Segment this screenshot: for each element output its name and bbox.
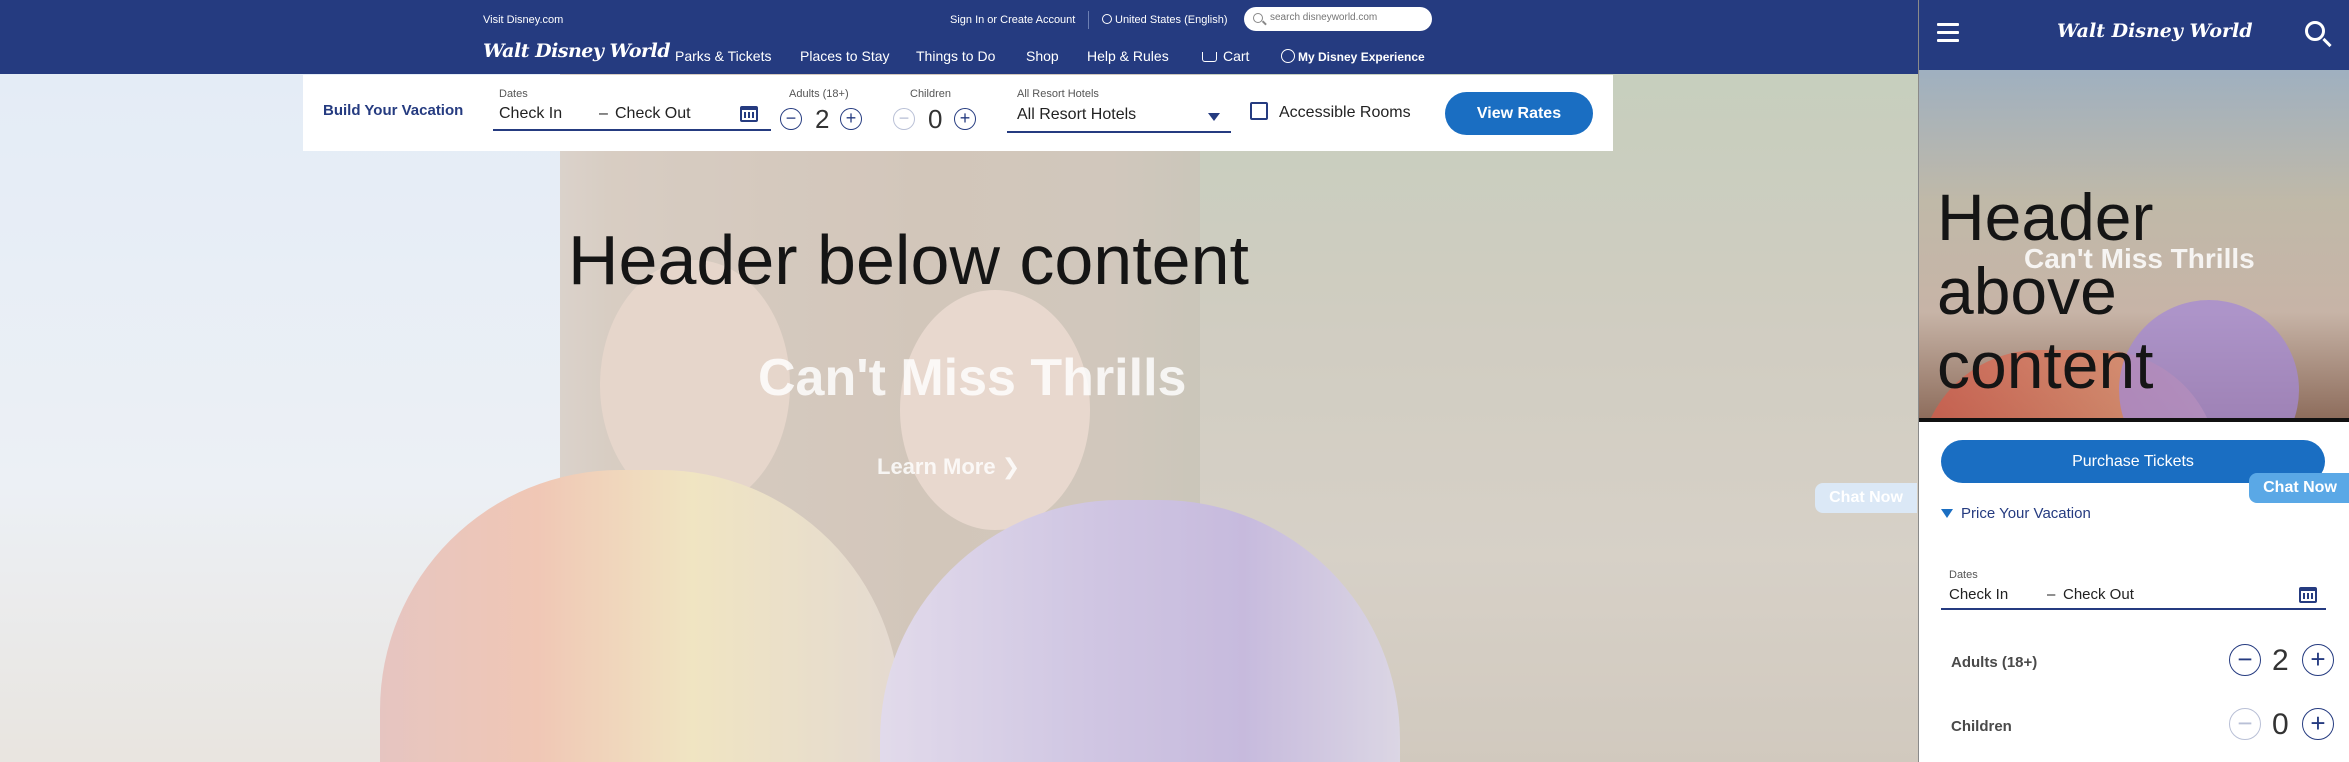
price-your-vacation-toggle[interactable]: Price Your Vacation <box>1961 505 2091 522</box>
date-separator: – <box>599 105 608 122</box>
cart-label: Cart <box>1223 48 1250 64</box>
search-icon[interactable] <box>2305 21 2325 41</box>
children-increment-button[interactable]: + <box>2302 708 2334 740</box>
dates-underline <box>1941 608 2326 610</box>
region-label: United States (English) <box>1115 14 1228 26</box>
header-below-content-heading: Header below content <box>568 221 1249 299</box>
hamburger-menu-icon[interactable] <box>1937 23 1959 43</box>
globe-icon <box>1102 14 1112 24</box>
wdw-logo[interactable]: Walt Disney World <box>483 40 671 62</box>
chat-now-button[interactable]: Chat Now <box>2249 473 2349 503</box>
nav-parks-tickets[interactable]: Parks & Tickets <box>675 48 771 64</box>
search-icon <box>1253 13 1263 23</box>
mobile-booking-panel: Purchase Tickets Price Your Vacation Dat… <box>1919 418 2349 762</box>
desktop-view: Visit Disney.com Sign In or Create Accou… <box>0 0 1918 762</box>
region-selector[interactable]: United States (English) <box>1102 14 1228 26</box>
children-decrement-button[interactable]: − <box>893 108 915 130</box>
adults-label: Adults (18+) <box>1951 654 2038 671</box>
mobile-view: Walt Disney World Can't Miss Thrills Hea… <box>1918 0 2349 762</box>
site-search[interactable] <box>1244 7 1432 31</box>
adults-label: Adults (18+) <box>789 88 849 100</box>
adults-count: 2 <box>2272 644 2289 677</box>
learn-more-label: Learn More <box>877 454 996 479</box>
calendar-icon[interactable] <box>740 106 758 122</box>
nav-things-to-do[interactable]: Things to Do <box>916 48 995 64</box>
dates-underline <box>493 129 771 131</box>
booking-title: Build Your Vacation <box>323 102 464 119</box>
caret-down-icon[interactable] <box>1941 509 1953 518</box>
sign-in-link[interactable]: Sign In or Create Account <box>950 14 1075 26</box>
dates-label: Dates <box>499 88 528 100</box>
children-label: Children <box>1951 718 2012 735</box>
hero-overlay <box>0 74 1918 762</box>
header-above-content-heading: Header above content <box>1937 180 2154 402</box>
cart-icon <box>1202 52 1217 62</box>
check-out-field[interactable]: Check Out <box>2063 586 2134 603</box>
nav-cart[interactable]: Cart <box>1202 48 1249 64</box>
chevron-right-icon: ❯ <box>1001 454 1021 479</box>
children-decrement-button[interactable]: − <box>2229 708 2261 740</box>
mobile-header: Walt Disney World <box>1919 0 2349 70</box>
header-divider <box>1088 11 1089 29</box>
adults-count: 2 <box>815 104 830 134</box>
wdw-logo[interactable]: Walt Disney World <box>2057 20 2253 42</box>
hero-title: Can't Miss Thrills <box>758 349 1187 407</box>
children-label: Children <box>910 88 951 100</box>
check-in-field[interactable]: Check In <box>499 105 562 123</box>
adults-increment-button[interactable]: + <box>840 108 862 130</box>
learn-more-link[interactable]: Learn More ❯ <box>877 454 1020 480</box>
mde-label: My Disney Experience <box>1298 50 1425 64</box>
booking-bar: Build Your Vacation Dates Check In – Che… <box>303 75 1613 151</box>
children-increment-button[interactable]: + <box>954 108 976 130</box>
nav-places-to-stay[interactable]: Places to Stay <box>800 48 890 64</box>
search-input[interactable] <box>1270 12 1420 23</box>
children-count: 0 <box>928 104 943 134</box>
chat-now-button[interactable]: Chat Now <box>1815 483 1917 513</box>
calendar-icon[interactable] <box>2299 587 2317 603</box>
global-header: Visit Disney.com Sign In or Create Accou… <box>0 0 1918 74</box>
nav-help-rules[interactable]: Help & Rules <box>1087 48 1169 64</box>
hotels-label: All Resort Hotels <box>1017 88 1099 100</box>
mickey-icon <box>1281 49 1295 63</box>
view-rates-button[interactable]: View Rates <box>1445 92 1593 135</box>
date-separator: – <box>2047 586 2056 603</box>
accessible-rooms-label[interactable]: Accessible Rooms <box>1279 104 1411 122</box>
check-out-field[interactable]: Check Out <box>615 105 691 123</box>
chevron-down-icon[interactable] <box>1208 113 1220 121</box>
nav-my-disney-experience[interactable]: My Disney Experience <box>1281 49 1425 64</box>
hotels-select[interactable]: All Resort Hotels <box>1017 106 1136 124</box>
adults-decrement-button[interactable]: − <box>780 108 802 130</box>
dates-label: Dates <box>1949 569 1978 581</box>
check-in-field[interactable]: Check In <box>1949 586 2008 603</box>
nav-shop[interactable]: Shop <box>1026 48 1059 64</box>
accessible-rooms-checkbox[interactable] <box>1250 102 1268 120</box>
adults-decrement-button[interactable]: − <box>2229 644 2261 676</box>
adults-increment-button[interactable]: + <box>2302 644 2334 676</box>
hotels-underline <box>1007 131 1231 133</box>
children-count: 0 <box>2272 708 2289 741</box>
visit-disney-link[interactable]: Visit Disney.com <box>483 14 563 26</box>
